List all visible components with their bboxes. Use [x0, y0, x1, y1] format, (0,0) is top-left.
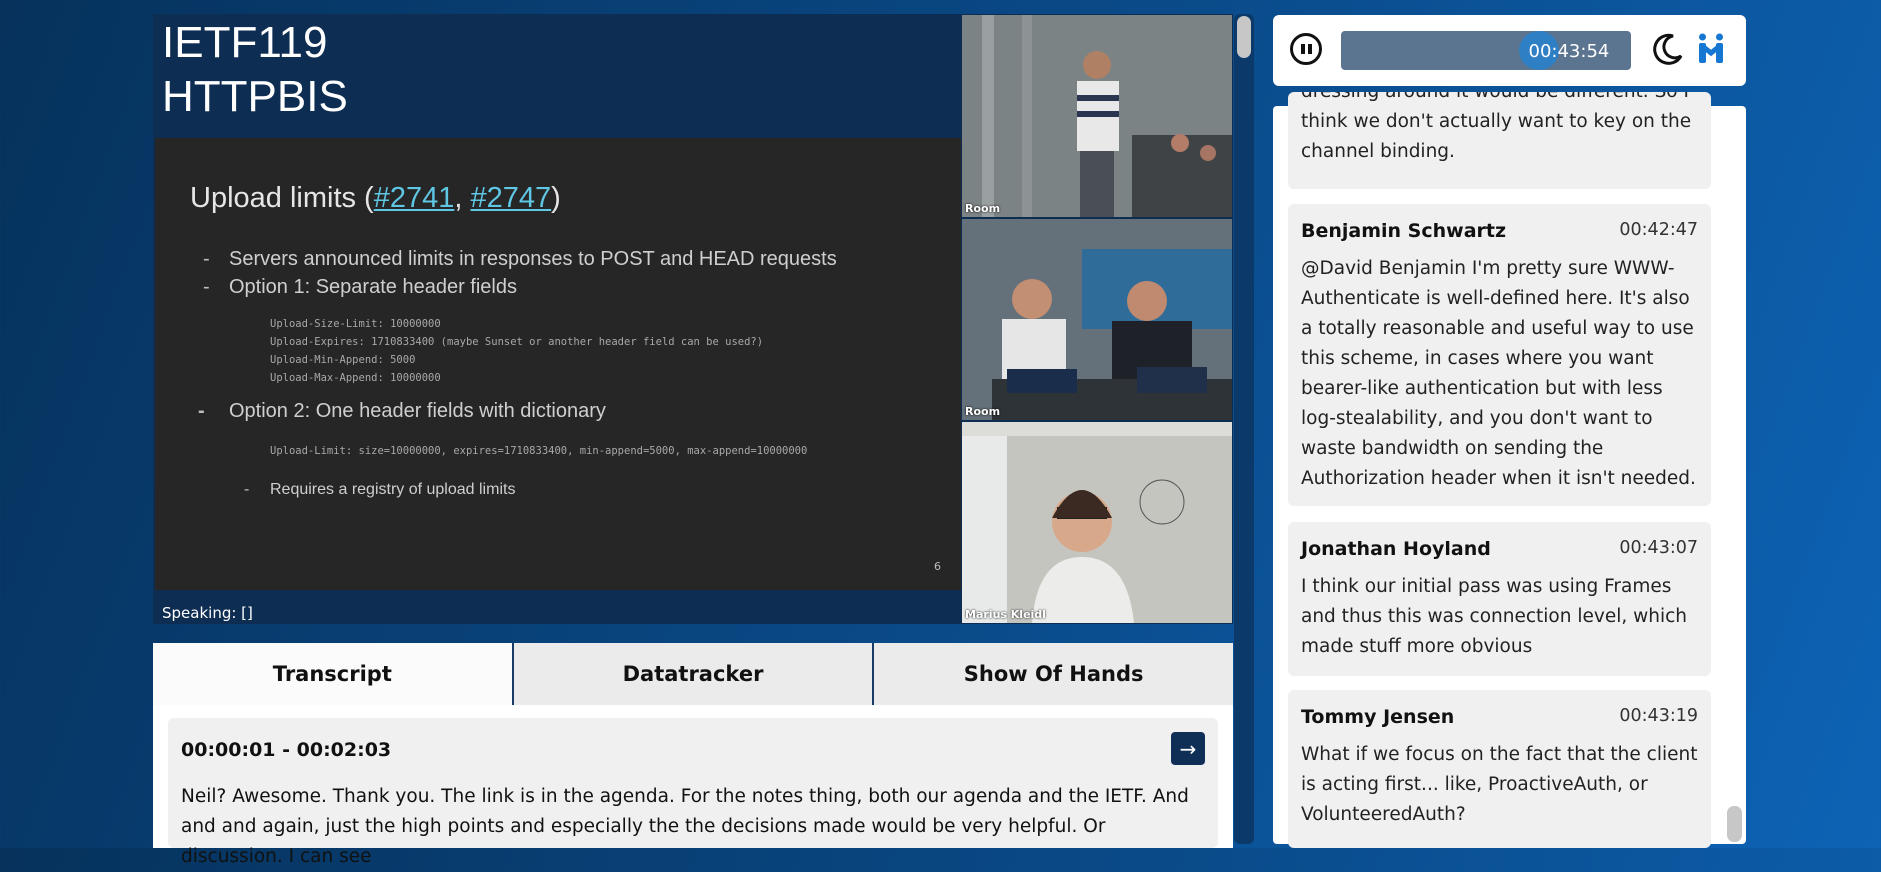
video-tile-label: Room — [965, 202, 1001, 215]
chat-time: 00:43:07 — [1619, 538, 1698, 558]
current-time: 00:43:54 — [1528, 41, 1610, 62]
moon-icon[interactable] — [1651, 32, 1685, 66]
bullet-text: Option 2: One header fields with diction… — [229, 400, 606, 422]
bullet-dash: - — [203, 276, 210, 298]
issue-link-2741[interactable]: #2741 — [374, 182, 455, 214]
bullet-text: Servers announced limits in responses to… — [229, 248, 837, 270]
video-tile-room-2[interactable]: Room — [962, 219, 1232, 420]
chat-message-text: @David Benjamin I'm pretty sure WWW-Auth… — [1301, 258, 1696, 489]
meetecho-logo-icon[interactable] — [1697, 33, 1725, 65]
chat-message: Jonathan Hoyland 00:43:07 I think our in… — [1288, 522, 1711, 676]
bullet-text: Requires a registry of upload limits — [270, 481, 516, 498]
chat-time: 00:42:47 — [1619, 220, 1698, 240]
chat-scrollbar-thumb[interactable] — [1727, 806, 1742, 842]
slide-bullet: - Option 1: Separate header fields — [203, 276, 517, 299]
chat-message-text: I think our initial pass was using Frame… — [1301, 576, 1687, 657]
slide-title: Upload limits (#2741, #2747) — [190, 182, 561, 215]
bullet-dash: - — [203, 248, 210, 270]
video-tile-label: Marius Kleidl — [965, 608, 1046, 621]
tab-show-of-hands[interactable]: Show Of Hands — [874, 643, 1234, 705]
main-scrollbar-thumb[interactable] — [1237, 16, 1251, 58]
slide-code-line: Upload-Min-Append: 5000 — [270, 354, 416, 366]
chat-message: Benjamin Schwartz 00:42:47 @David Benjam… — [1288, 204, 1711, 506]
chat-time: 00:43:19 — [1619, 706, 1698, 726]
slide-title-separator: , — [454, 182, 471, 214]
video-tile-room-1[interactable]: Room — [962, 15, 1232, 217]
speaking-indicator: Speaking: [] — [162, 604, 253, 622]
slide-bullet: - Option 2: One header fields with dictio… — [198, 400, 606, 423]
transcript-time-range: 00:00:01 - 00:02:03 — [181, 739, 392, 761]
meeting-title: IETF119 HTTPBIS — [162, 16, 348, 124]
slide-code-line: Upload-Size-Limit: 10000000 — [270, 318, 441, 330]
tab-datatracker[interactable]: Datatracker — [513, 643, 875, 705]
chat-message: Tommy Jensen 00:43:19 What if we focus o… — [1288, 690, 1711, 848]
slide-code-line: Upload-Expires: 1710833400 (maybe Sunset… — [270, 336, 764, 348]
slide-bullet: - Servers announced limits in responses t… — [203, 248, 837, 271]
meeting-title-line1: IETF119 — [162, 18, 328, 67]
chat-message-text: dressing around it would be different. S… — [1301, 92, 1692, 162]
issue-link-2747[interactable]: #2747 — [471, 182, 552, 214]
room-video-image — [962, 15, 1232, 217]
participant-video-image — [962, 422, 1232, 623]
main-scrollbar-track[interactable] — [1234, 14, 1254, 844]
chat-author: Benjamin Schwartz — [1301, 220, 1507, 242]
slide-page-number: 6 — [934, 560, 941, 573]
chat-author: Tommy Jensen — [1301, 706, 1455, 728]
tab-transcript[interactable]: Transcript — [153, 643, 514, 705]
bullet-text: Option 1: Separate header fields — [229, 276, 517, 298]
transcript-text: Neil? Awesome. Thank you. The link is in… — [181, 786, 1189, 867]
slide-sub-bullet: - Requires a registry of upload limits — [244, 481, 515, 499]
pause-icon[interactable] — [1290, 33, 1322, 65]
chat-message: dressing around it would be different. S… — [1288, 92, 1711, 189]
bullet-dash: - — [244, 481, 250, 498]
meeting-title-line2: HTTPBIS — [162, 72, 348, 121]
tab-bar: Transcript Datatracker Show Of Hands — [153, 643, 1234, 705]
video-tile-marius-kleidl[interactable]: Marius Kleidl — [962, 422, 1232, 623]
slide-title-suffix: ) — [551, 182, 561, 214]
video-tile-label: Room — [965, 405, 1001, 418]
room-video-image — [962, 219, 1232, 420]
slide-code-line: Upload-Limit: size=10000000, expires=171… — [270, 445, 808, 457]
jump-to-time-button[interactable]: → — [1171, 732, 1205, 765]
arrow-right-icon: → — [1179, 736, 1197, 761]
chat-message-text: What if we focus on the fact that the cl… — [1301, 744, 1698, 825]
slide-code-line: Upload-Max-Append: 10000000 — [270, 372, 441, 384]
slide-title-prefix: Upload limits ( — [190, 182, 374, 214]
bullet-dash: - — [198, 400, 205, 422]
chat-author: Jonathan Hoyland — [1301, 538, 1491, 560]
